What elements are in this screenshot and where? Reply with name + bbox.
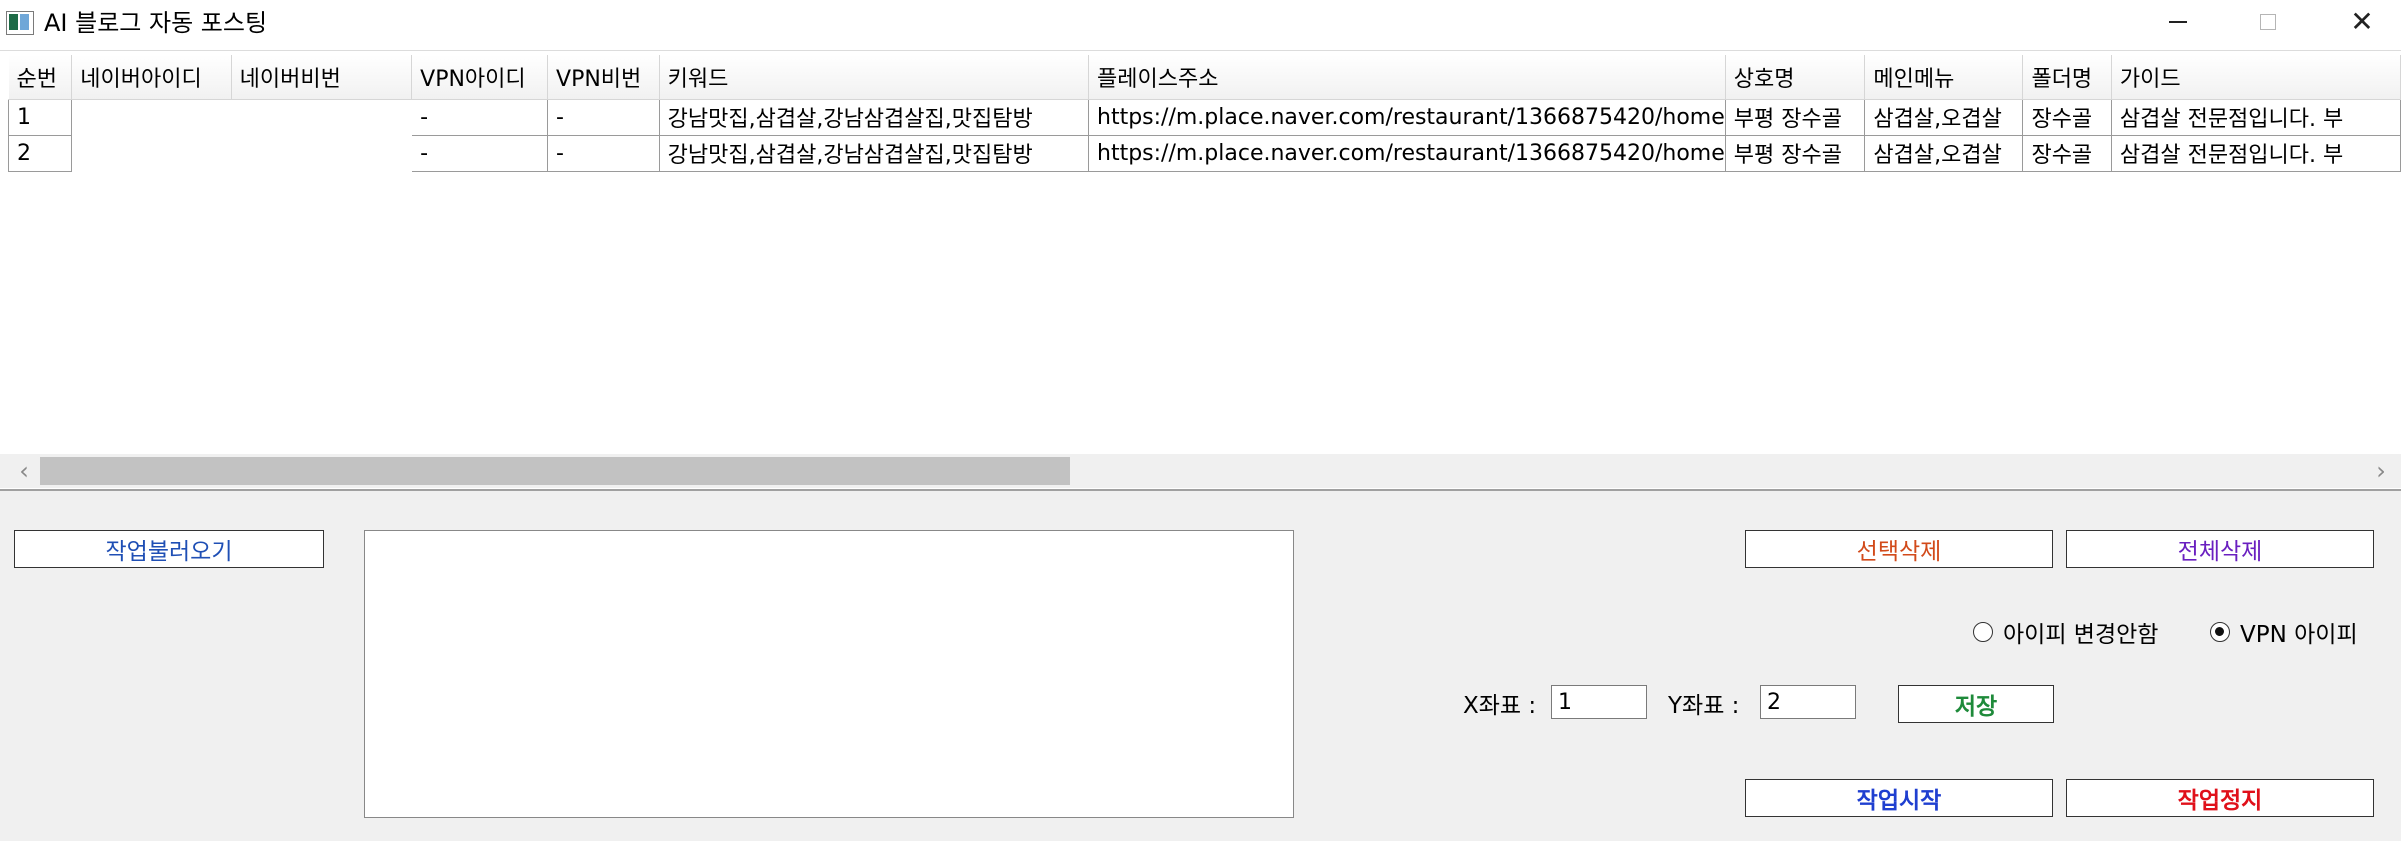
radio-label: VPN 아이피 [2240, 622, 2358, 648]
table-cell[interactable]: - [547, 99, 660, 136]
table-cell[interactable]: 장수골 [2022, 135, 2112, 172]
delete-all-button[interactable]: 전체삭제 [2066, 530, 2374, 568]
table-row[interactable]: 2 - - 강남맛집,삼겹살,강남삼겹살집,맛집탐방 https://m.pla… [7, 135, 2401, 172]
table-cell[interactable]: 삼겹살,오겹살 [1864, 135, 2024, 172]
column-header[interactable]: 폴더명 [2022, 55, 2112, 100]
table-cell[interactable]: - [411, 135, 549, 172]
column-header[interactable]: 가이드 [2111, 55, 2401, 100]
minimize-icon [2169, 21, 2187, 23]
column-header[interactable]: 플레이스주소 [1088, 55, 1726, 100]
column-header[interactable]: VPN아이디 [411, 55, 549, 100]
y-coord-input[interactable] [1760, 685, 1856, 719]
column-header[interactable]: 네이버비번 [231, 55, 413, 100]
radio-checked-icon[interactable] [2210, 622, 2230, 642]
table-cell[interactable] [72, 135, 231, 171]
maximize-icon [2260, 14, 2276, 30]
table-cell[interactable]: - [547, 135, 660, 172]
start-job-button[interactable]: 작업시작 [1745, 779, 2053, 817]
x-coord-input[interactable] [1551, 685, 1647, 719]
table-cell[interactable]: https://m.place.naver.com/restaurant/136… [1088, 99, 1726, 136]
delete-selected-button[interactable]: 선택삭제 [1745, 530, 2053, 568]
save-button[interactable]: 저장 [1898, 685, 2054, 723]
radio-label: 아이피 변경안함 [2003, 622, 2159, 648]
column-header[interactable]: 순번 [8, 55, 73, 100]
scroll-right-icon[interactable]: › [2361, 454, 2401, 488]
close-icon: ✕ [2350, 5, 2374, 38]
maximize-button[interactable] [2234, 0, 2302, 44]
column-header[interactable]: 메인메뉴 [1864, 55, 2024, 100]
job-grid[interactable]: 순번 네이버아이디 네이버비번 VPN아이디 VPN비번 키워드 플레이스주소 … [0, 51, 2401, 489]
table-cell[interactable]: 삼겹살,오겹살 [1864, 99, 2024, 136]
radio-vpn-ip[interactable]: VPN 아이피 [2210, 615, 2358, 649]
column-header[interactable]: 키워드 [659, 55, 1090, 100]
table-cell[interactable] [231, 99, 411, 135]
scroll-left-icon[interactable]: ‹ [4, 454, 44, 488]
app-icon [6, 11, 34, 35]
radio-unchecked-icon[interactable] [1973, 622, 1993, 642]
table-cell[interactable]: 1 [7, 99, 73, 136]
minimize-button[interactable] [2144, 0, 2212, 44]
log-textbox[interactable] [364, 530, 1294, 818]
table-cell[interactable]: 강남맛집,삼겹살,강남삼겹살집,맛집탐방 [659, 99, 1090, 136]
column-header[interactable]: 네이버아이디 [71, 55, 232, 100]
table-cell[interactable]: 삼겹살 전문점입니다. 부 [2111, 99, 2401, 136]
table-cell[interactable]: 2 [7, 135, 73, 172]
table-cell[interactable]: 부평 장수골 [1725, 135, 1866, 172]
close-button[interactable]: ✕ [2328, 0, 2396, 44]
table-cell[interactable] [72, 99, 231, 135]
table-cell[interactable]: 강남맛집,삼겹살,강남삼겹살집,맛집탐방 [659, 135, 1090, 172]
horizontal-scrollbar[interactable]: ‹ › [0, 454, 2401, 488]
y-coord-label: Y좌표 : [1668, 693, 1740, 719]
table-cell[interactable] [231, 135, 411, 171]
scrollbar-thumb[interactable] [40, 457, 1070, 485]
title-bar: AI 블로그 자동 포스팅 ✕ [0, 0, 2401, 51]
table-cell[interactable]: 부평 장수골 [1725, 99, 1866, 136]
stop-job-button[interactable]: 작업정지 [2066, 779, 2374, 817]
radio-no-ip-change[interactable]: 아이피 변경안함 [1973, 615, 2158, 649]
divider [0, 489, 2401, 491]
column-header[interactable]: 상호명 [1725, 55, 1866, 100]
table-cell[interactable]: 삼겹살 전문점입니다. 부 [2111, 135, 2401, 172]
load-job-button[interactable]: 작업불러오기 [14, 530, 324, 568]
table-cell[interactable]: https://m.place.naver.com/restaurant/136… [1088, 135, 1726, 172]
window-title: AI 블로그 자동 포스팅 [44, 9, 268, 37]
table-row[interactable]: 1 - - 강남맛집,삼겹살,강남삼겹살집,맛집탐방 https://m.pla… [7, 99, 2401, 136]
column-header[interactable]: VPN비번 [547, 55, 660, 100]
table-header-row: 순번 네이버아이디 네이버비번 VPN아이디 VPN비번 키워드 플레이스주소 … [8, 55, 2401, 100]
x-coord-label: X좌표 : [1463, 693, 1537, 719]
table-cell[interactable]: 장수골 [2022, 99, 2112, 136]
table-cell[interactable]: - [411, 99, 549, 136]
job-table: 순번 네이버아이디 네이버비번 VPN아이디 VPN비번 키워드 플레이스주소 … [7, 55, 2401, 172]
